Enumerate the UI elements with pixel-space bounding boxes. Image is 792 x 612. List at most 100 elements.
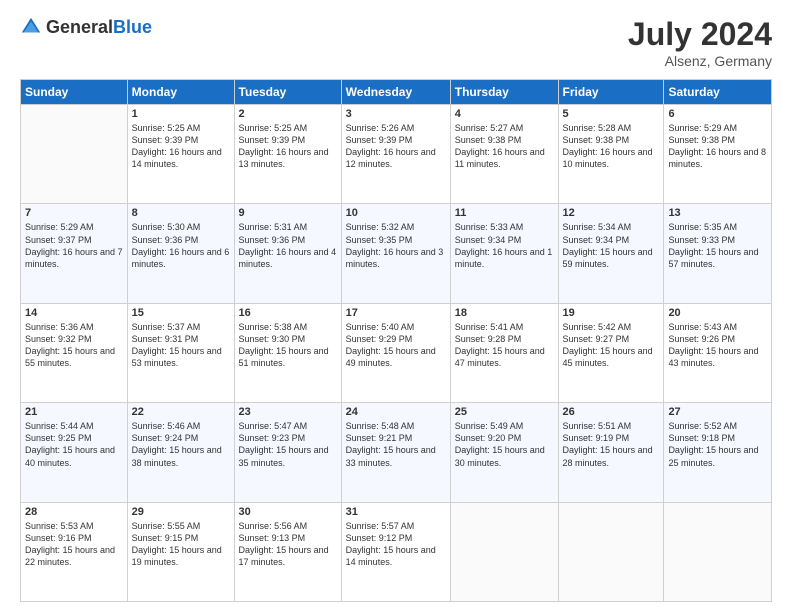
day-info: Sunrise: 5:40 AMSunset: 9:29 PMDaylight:…: [346, 321, 446, 370]
calendar-cell: 31 Sunrise: 5:57 AMSunset: 9:12 PMDayligh…: [341, 502, 450, 601]
calendar-week-2: 7 Sunrise: 5:29 AMSunset: 9:37 PMDaylight…: [21, 204, 772, 303]
calendar-week-5: 28 Sunrise: 5:53 AMSunset: 9:16 PMDayligh…: [21, 502, 772, 601]
day-number: 26: [563, 406, 660, 418]
calendar-cell: 11 Sunrise: 5:33 AMSunset: 9:34 PMDayligh…: [450, 204, 558, 303]
calendar-cell: 17 Sunrise: 5:40 AMSunset: 9:29 PMDayligh…: [341, 303, 450, 402]
day-number: 8: [132, 207, 230, 219]
calendar-week-1: 1 Sunrise: 5:25 AMSunset: 9:39 PMDaylight…: [21, 105, 772, 204]
calendar-cell: 23 Sunrise: 5:47 AMSunset: 9:23 PMDayligh…: [234, 403, 341, 502]
calendar-cell: 3Sunrise: 5:26 AMSunset: 9:39 PMDaylight…: [341, 105, 450, 204]
day-number: 29: [132, 506, 230, 518]
calendar-col-thursday: Thursday: [450, 80, 558, 105]
calendar-cell: 14 Sunrise: 5:36 AMSunset: 9:32 PMDayligh…: [21, 303, 128, 402]
calendar-cell: 6 Sunrise: 5:29 AMSunset: 9:38 PMDaylight…: [664, 105, 772, 204]
calendar-col-tuesday: Tuesday: [234, 80, 341, 105]
calendar-week-4: 21 Sunrise: 5:44 AMSunset: 9:25 PMDayligh…: [21, 403, 772, 502]
day-info: Sunrise: 5:56 AMSunset: 9:13 PMDaylight:…: [239, 520, 337, 569]
month-title: July 2024: [628, 16, 772, 53]
calendar-cell: [21, 105, 128, 204]
day-info: Sunrise: 5:28 AMSunset: 9:38 PMDaylight:…: [563, 122, 660, 171]
day-number: 14: [25, 307, 123, 319]
day-number: 28: [25, 506, 123, 518]
day-number: 19: [563, 307, 660, 319]
calendar-cell: 5 Sunrise: 5:28 AMSunset: 9:38 PMDaylight…: [558, 105, 664, 204]
calendar-cell: [558, 502, 664, 601]
day-info: Sunrise: 5:30 AMSunset: 9:36 PMDaylight:…: [132, 221, 230, 270]
calendar-cell: 19 Sunrise: 5:42 AMSunset: 9:27 PMDayligh…: [558, 303, 664, 402]
day-number: 10: [346, 207, 446, 219]
calendar-header-row: SundayMondayTuesdayWednesdayThursdayFrid…: [21, 80, 772, 105]
calendar-cell: 1Sunrise: 5:25 AMSunset: 9:39 PMDaylight…: [127, 105, 234, 204]
logo-general: General: [46, 17, 113, 37]
calendar-cell: 21 Sunrise: 5:44 AMSunset: 9:25 PMDayligh…: [21, 403, 128, 502]
day-info: Sunrise: 5:32 AMSunset: 9:35 PMDaylight:…: [346, 221, 446, 270]
day-number: 17: [346, 307, 446, 319]
day-info: Sunrise: 5:51 AMSunset: 9:19 PMDaylight:…: [563, 420, 660, 469]
day-info: Sunrise: 5:47 AMSunset: 9:23 PMDaylight:…: [239, 420, 337, 469]
calendar-cell: [450, 502, 558, 601]
day-number: 18: [455, 307, 554, 319]
day-number: 2: [239, 108, 337, 120]
day-number: 23: [239, 406, 337, 418]
calendar-cell: 2 Sunrise: 5:25 AMSunset: 9:39 PMDaylight…: [234, 105, 341, 204]
day-number: 5: [563, 108, 660, 120]
day-info: Sunrise: 5:34 AMSunset: 9:34 PMDaylight:…: [563, 221, 660, 270]
day-number: 27: [668, 406, 767, 418]
day-info: Sunrise: 5:41 AMSunset: 9:28 PMDaylight:…: [455, 321, 554, 370]
calendar-cell: 7 Sunrise: 5:29 AMSunset: 9:37 PMDaylight…: [21, 204, 128, 303]
day-number: 20: [668, 307, 767, 319]
day-number: 12: [563, 207, 660, 219]
day-info: Sunrise: 5:52 AMSunset: 9:18 PMDaylight:…: [668, 420, 767, 469]
title-block: July 2024 Alsenz, Germany: [628, 16, 772, 69]
location: Alsenz, Germany: [628, 53, 772, 69]
day-number: 15: [132, 307, 230, 319]
day-number: 3: [346, 108, 446, 120]
day-info: Sunrise: 5:55 AMSunset: 9:15 PMDaylight:…: [132, 520, 230, 569]
day-number: 30: [239, 506, 337, 518]
calendar-cell: 29 Sunrise: 5:55 AMSunset: 9:15 PMDayligh…: [127, 502, 234, 601]
day-info: Sunrise: 5:27 AMSunset: 9:38 PMDaylight:…: [455, 122, 554, 171]
logo-text: GeneralBlue: [46, 17, 152, 38]
day-info: Sunrise: 5:42 AMSunset: 9:27 PMDaylight:…: [563, 321, 660, 370]
day-info: Sunrise: 5:49 AMSunset: 9:20 PMDaylight:…: [455, 420, 554, 469]
day-number: 25: [455, 406, 554, 418]
calendar-cell: 10 Sunrise: 5:32 AMSunset: 9:35 PMDayligh…: [341, 204, 450, 303]
calendar-col-sunday: Sunday: [21, 80, 128, 105]
logo-icon: [20, 16, 42, 38]
day-number: 1: [132, 108, 230, 120]
day-number: 31: [346, 506, 446, 518]
day-info: Sunrise: 5:44 AMSunset: 9:25 PMDaylight:…: [25, 420, 123, 469]
day-info: Sunrise: 5:29 AMSunset: 9:37 PMDaylight:…: [25, 221, 123, 270]
day-info: Sunrise: 5:33 AMSunset: 9:34 PMDaylight:…: [455, 221, 554, 270]
calendar-cell: 20Sunrise: 5:43 AMSunset: 9:26 PMDayligh…: [664, 303, 772, 402]
day-info: Sunrise: 5:38 AMSunset: 9:30 PMDaylight:…: [239, 321, 337, 370]
day-info: Sunrise: 5:25 AMSunset: 9:39 PMDaylight:…: [239, 122, 337, 171]
day-info: Sunrise: 5:36 AMSunset: 9:32 PMDaylight:…: [25, 321, 123, 370]
day-number: 6: [668, 108, 767, 120]
day-number: 24: [346, 406, 446, 418]
day-info: Sunrise: 5:46 AMSunset: 9:24 PMDaylight:…: [132, 420, 230, 469]
calendar-col-monday: Monday: [127, 80, 234, 105]
header: GeneralBlue July 2024 Alsenz, Germany: [20, 16, 772, 69]
calendar-cell: 27 Sunrise: 5:52 AMSunset: 9:18 PMDayligh…: [664, 403, 772, 502]
day-info: Sunrise: 5:48 AMSunset: 9:21 PMDaylight:…: [346, 420, 446, 469]
calendar-cell: 28 Sunrise: 5:53 AMSunset: 9:16 PMDayligh…: [21, 502, 128, 601]
day-number: 11: [455, 207, 554, 219]
day-info: Sunrise: 5:57 AMSunset: 9:12 PMDaylight:…: [346, 520, 446, 569]
day-number: 9: [239, 207, 337, 219]
calendar-col-saturday: Saturday: [664, 80, 772, 105]
day-info: Sunrise: 5:29 AMSunset: 9:38 PMDaylight:…: [668, 122, 767, 171]
day-number: 22: [132, 406, 230, 418]
day-number: 21: [25, 406, 123, 418]
day-info: Sunrise: 5:53 AMSunset: 9:16 PMDaylight:…: [25, 520, 123, 569]
calendar-col-friday: Friday: [558, 80, 664, 105]
day-number: 7: [25, 207, 123, 219]
calendar-cell: 16Sunrise: 5:38 AMSunset: 9:30 PMDayligh…: [234, 303, 341, 402]
calendar-cell: [664, 502, 772, 601]
calendar-cell: 4Sunrise: 5:27 AMSunset: 9:38 PMDaylight…: [450, 105, 558, 204]
day-number: 13: [668, 207, 767, 219]
calendar-cell: 12 Sunrise: 5:34 AMSunset: 9:34 PMDayligh…: [558, 204, 664, 303]
day-info: Sunrise: 5:31 AMSunset: 9:36 PMDaylight:…: [239, 221, 337, 270]
logo: GeneralBlue: [20, 16, 152, 38]
calendar-cell: 13Sunrise: 5:35 AMSunset: 9:33 PMDayligh…: [664, 204, 772, 303]
